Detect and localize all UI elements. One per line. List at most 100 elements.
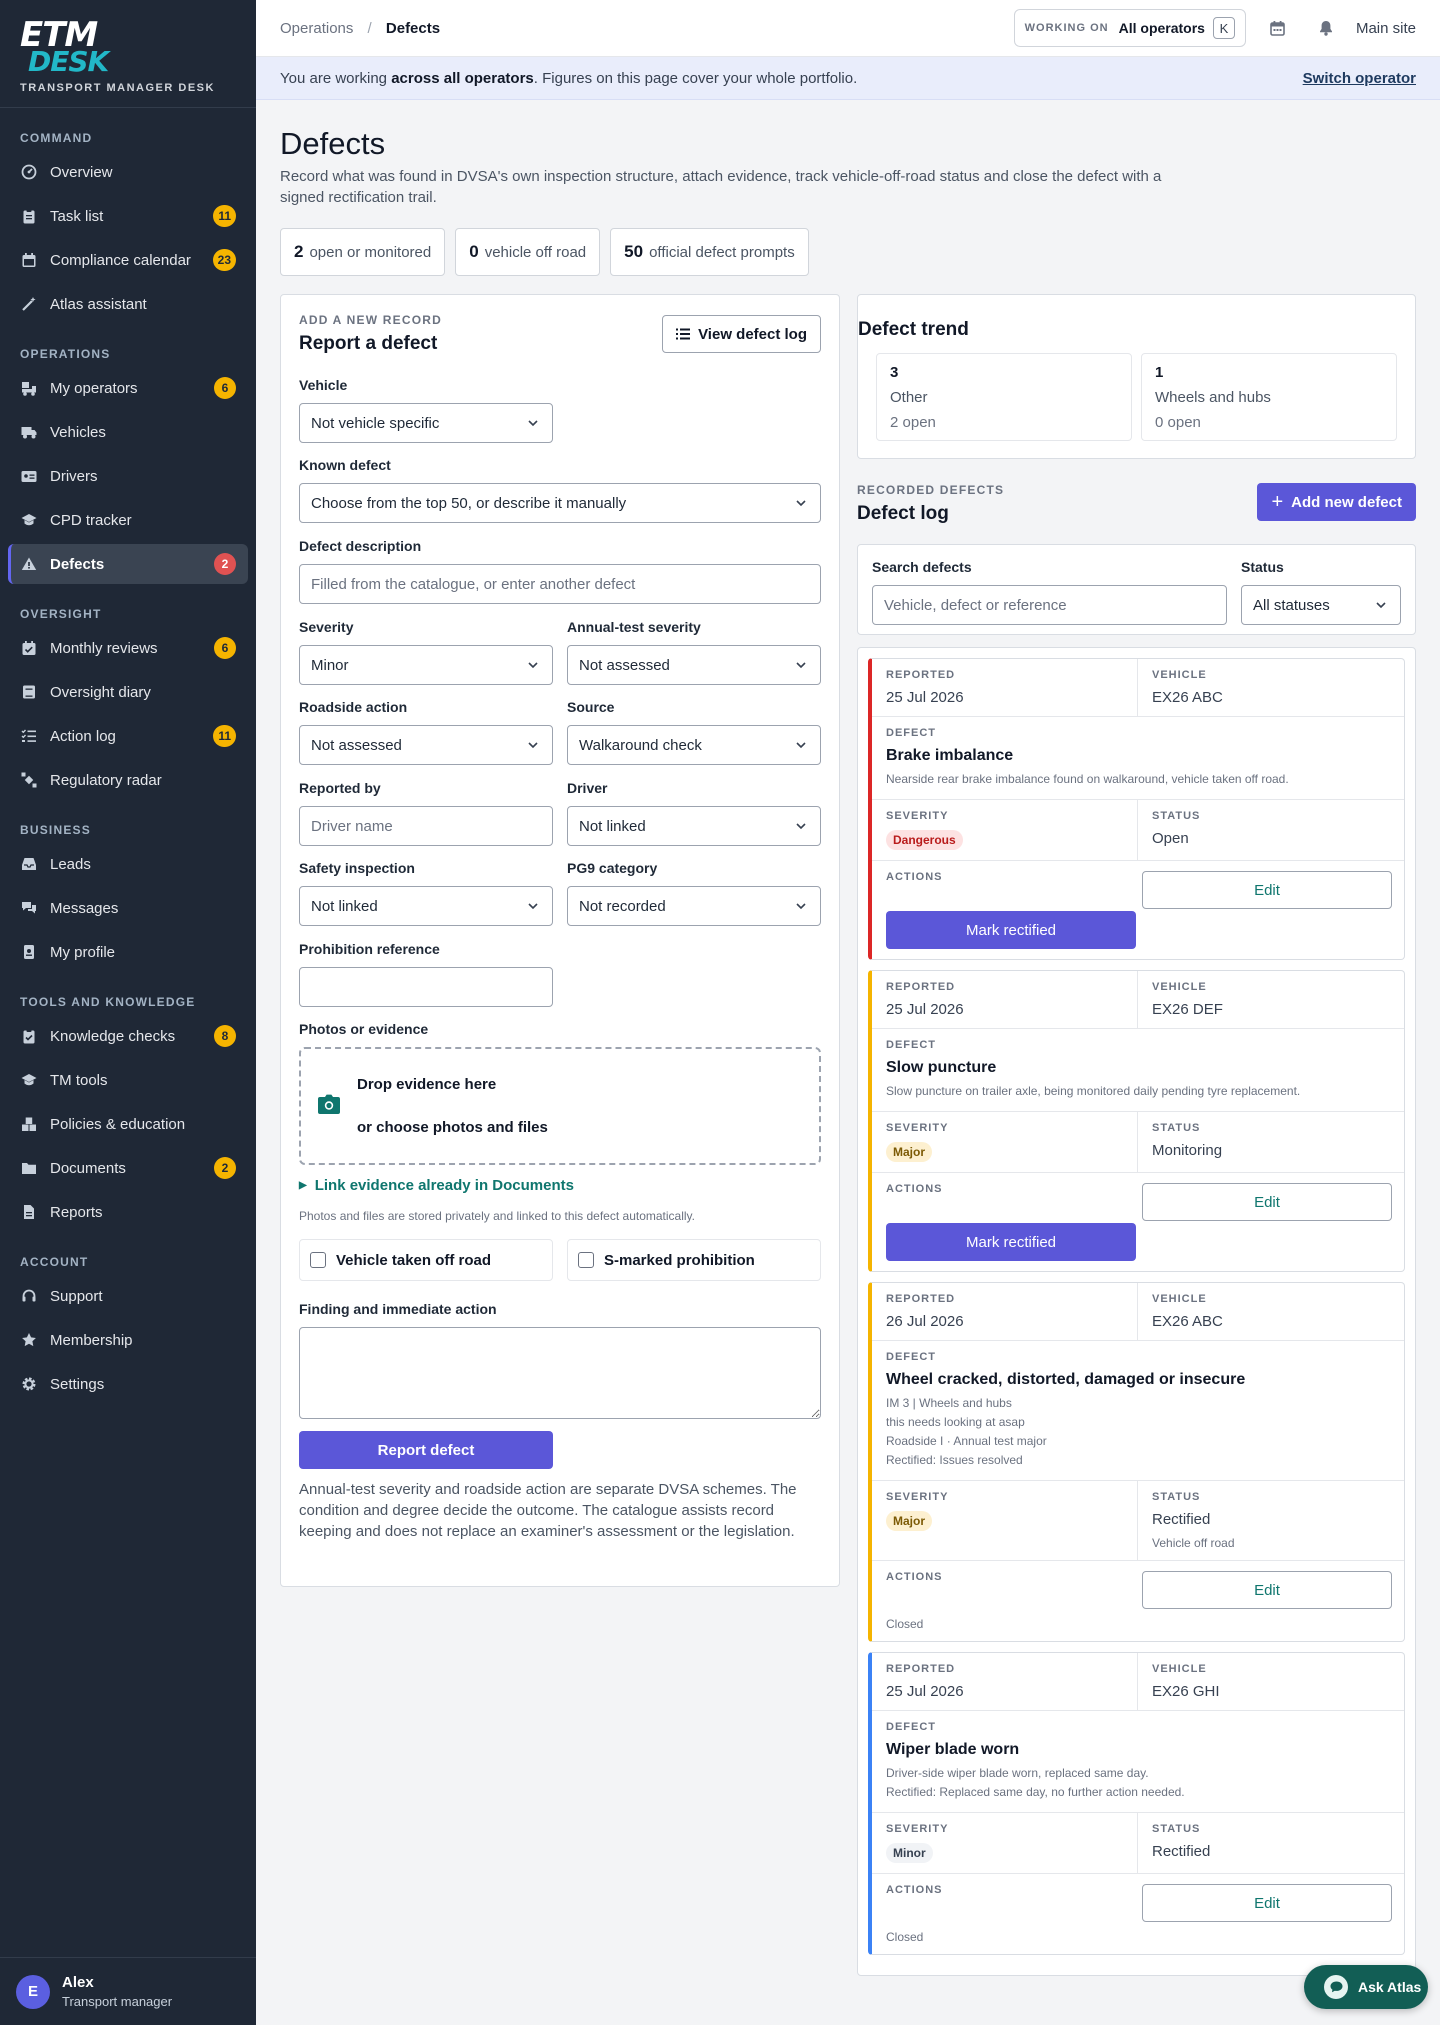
user-profile[interactable]: E Alex Transport manager (0, 1957, 256, 2025)
brand-logo[interactable]: ETM DESK TRANSPORT MANAGER DESK (0, 0, 256, 108)
breadcrumb-operations[interactable]: Operations (280, 20, 353, 37)
main-site-link[interactable]: Main site (1356, 20, 1416, 37)
sidebar-item-label: Defects (50, 555, 105, 573)
operator-switcher[interactable]: WORKING ON All operators K (1013, 9, 1246, 47)
sidebar-item-oversight-diary[interactable]: Oversight diary (8, 672, 248, 712)
nav-section-title: OVERSIGHT (20, 607, 102, 621)
defect-detail-line: Rectified: Replaced same day, no further… (886, 1785, 1185, 1799)
sidebar-item-monthly-reviews[interactable]: Monthly reviews 6 (8, 628, 248, 668)
report-defect-button[interactable]: Report defect (299, 1431, 553, 1469)
chevron-down-icon (526, 899, 540, 913)
page-title: Defects (280, 126, 386, 161)
edit-defect-button[interactable]: Edit (1142, 1884, 1392, 1922)
sidebar-item-atlas-assistant[interactable]: Atlas assistant (8, 284, 248, 324)
chevron-down-icon (1374, 598, 1388, 612)
sidebar-item-label: Leads (50, 855, 91, 873)
nav-section-title: ACCOUNT (20, 1255, 89, 1269)
sidebar-item-my-profile[interactable]: My profile (8, 932, 248, 972)
id-badge-icon (20, 943, 38, 961)
severity-badge: Major (886, 1511, 933, 1531)
sidebar-item-action-log[interactable]: Action log 11 (8, 716, 248, 756)
edit-defect-button[interactable]: Edit (1142, 871, 1392, 909)
vehicle-select[interactable]: Not vehicle specific (299, 403, 553, 443)
stat-card: 50 official defect prompts (610, 228, 809, 276)
reported-date: 25 Jul 2026 (886, 1001, 964, 1018)
sidebar-item-policies-and-education[interactable]: Policies & education (8, 1104, 248, 1144)
sidebar-nav: COMMAND Overview Task list 11 Compliance cal… (0, 128, 256, 1404)
sidebar-item-label: Drivers (50, 467, 98, 485)
sidebar-item-leads[interactable]: Leads (8, 844, 248, 884)
edit-defect-button[interactable]: Edit (1142, 1183, 1392, 1221)
sidebar-item-tm-tools[interactable]: TM tools (8, 1060, 248, 1100)
reported-date: 25 Jul 2026 (886, 1683, 964, 1700)
safety-inspection-select[interactable]: Not linked (299, 886, 553, 926)
sidebar-item-membership[interactable]: Membership (8, 1320, 248, 1360)
sidebar-item-cpd-tracker[interactable]: CPD tracker (8, 500, 248, 540)
sidebar-item-knowledge-checks[interactable]: Knowledge checks 8 (8, 1016, 248, 1056)
defect-card: REPORTED 25 Jul 2026 VEHICLE EX26 DEF DEFECT… (868, 970, 1405, 1272)
s-marked-checkbox[interactable]: S-marked prohibition (567, 1239, 821, 1281)
calendar-icon[interactable] (1260, 10, 1296, 46)
main: Operations / Defects WORKING ON All oper… (256, 0, 1440, 2025)
add-new-defect-button[interactable]: + Add new defect (1257, 483, 1416, 521)
clipboard-icon (20, 207, 38, 225)
defect-description-input[interactable]: Filled from the catalogue, or enter anot… (299, 564, 821, 604)
vehicle-off-road-checkbox[interactable]: Vehicle taken off road (299, 1239, 553, 1281)
roadside-action-value: Not assessed (311, 736, 402, 754)
sidebar-item-support[interactable]: Support (8, 1276, 248, 1316)
prohibition-reference-input[interactable] (299, 967, 553, 1007)
sidebar-item-regulatory-radar[interactable]: Regulatory radar (8, 760, 248, 800)
sidebar-item-defects[interactable]: Defects 2 (8, 544, 248, 584)
annual-test-severity-select[interactable]: Not assessed (567, 645, 821, 685)
dropzone-title: Drop evidence here (357, 1076, 497, 1093)
chevron-down-icon (526, 738, 540, 752)
page-intro: Record what was found in DVSA's own insp… (280, 168, 1162, 206)
sidebar-item-reports[interactable]: Reports (8, 1192, 248, 1232)
defect-detail-line: this needs looking at asap (886, 1415, 1025, 1429)
roadside-action-label: Roadside action (299, 699, 408, 715)
finding-textarea[interactable] (299, 1327, 821, 1419)
link-evidence-toggle[interactable]: ▶ Link evidence already in Documents (299, 1177, 821, 1194)
status-filter-select[interactable]: All statuses (1241, 585, 1401, 625)
roadside-action-select[interactable]: Not assessed (299, 725, 553, 765)
sidebar-item-messages[interactable]: Messages (8, 888, 248, 928)
ask-atlas-button[interactable]: Ask Atlas (1304, 1965, 1428, 2009)
vehicle-registration: EX26 ABC (1152, 689, 1223, 706)
status-value: Rectified (1152, 1843, 1211, 1860)
stat-label: vehicle off road (484, 243, 587, 261)
inbox-icon (20, 855, 38, 873)
driver-label: Driver (567, 780, 608, 796)
severity-select[interactable]: Minor (299, 645, 553, 685)
edit-defect-button[interactable]: Edit (1142, 1571, 1392, 1609)
comments-icon (20, 899, 38, 917)
sidebar-item-vehicles[interactable]: Vehicles (8, 412, 248, 452)
count-badge: 6 (214, 637, 236, 659)
sidebar-item-my-operators[interactable]: My operators 6 (8, 368, 248, 408)
source-select[interactable]: Walkaround check (567, 725, 821, 765)
driver-select[interactable]: Not linked (567, 806, 821, 846)
sidebar-item-overview[interactable]: Overview (8, 152, 248, 192)
mark-rectified-button[interactable]: Mark rectified (886, 1223, 1136, 1261)
sidebar-item-drivers[interactable]: Drivers (8, 456, 248, 496)
severity-label: SEVERITY (886, 1122, 949, 1134)
pg9-category-select[interactable]: Not recorded (567, 886, 821, 926)
sidebar-item-compliance-calendar[interactable]: Compliance calendar 23 (8, 240, 248, 280)
bell-icon[interactable] (1308, 10, 1344, 46)
search-input[interactable]: Vehicle, defect or reference (872, 585, 1227, 625)
vehicle-registration: EX26 DEF (1152, 1001, 1223, 1018)
defect-details: Slow puncture on trailer axle, being mon… (886, 1082, 1390, 1101)
sidebar-item-documents[interactable]: Documents 2 (8, 1148, 248, 1188)
choose-files-link[interactable]: or choose photos and files (357, 1119, 548, 1136)
sidebar-item-task-list[interactable]: Task list 11 (8, 196, 248, 236)
evidence-dropzone[interactable]: Drop evidence here or choose photos and … (299, 1047, 821, 1165)
known-defect-select[interactable]: Choose from the top 50, or describe it m… (299, 483, 821, 523)
reported-by-input[interactable]: Driver name (299, 806, 553, 846)
trend-open: 2 open (890, 414, 936, 431)
sidebar-item-label: Reports (50, 1203, 103, 1221)
sidebar-item-settings[interactable]: Settings (8, 1364, 248, 1404)
mark-rectified-button[interactable]: Mark rectified (886, 911, 1136, 949)
banner-text: You are working (280, 69, 392, 87)
switch-operator-link[interactable]: Switch operator (1303, 70, 1416, 87)
nav-section-title: COMMAND (20, 131, 93, 145)
view-defect-log-button[interactable]: View defect log (662, 315, 821, 353)
